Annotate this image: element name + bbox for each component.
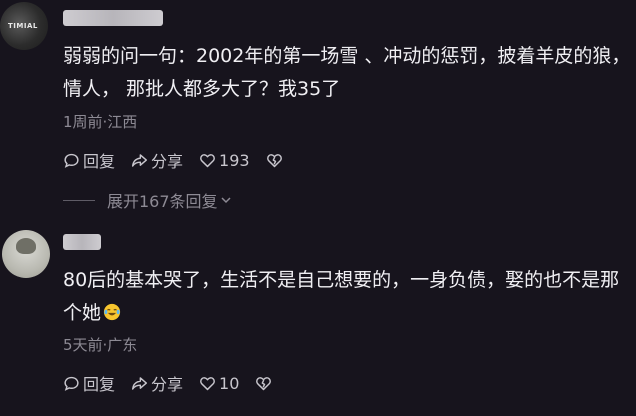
- comment-item-1: TIMIAL 弱弱的问一句：2002年的第一场雪 、冲动的惩罚，披着羊皮的狼，情…: [0, 0, 636, 216]
- expand-divider: [63, 199, 95, 201]
- reply-label: 回复: [83, 152, 116, 171]
- laughing-crying-emoji-icon: [103, 303, 121, 321]
- comment-text: 弱弱的问一句：2002年的第一场雪 、冲动的惩罚，披着羊皮的狼，情人， 那批人都…: [63, 45, 631, 100]
- chevron-down-icon: [221, 197, 231, 204]
- comment-text-body: 80后的基本哭了，生活不是自己想要的，一身负债，娶的也不是那个她: [63, 269, 620, 324]
- reply-button[interactable]: 回复: [63, 371, 115, 395]
- like-count: 10: [219, 373, 240, 393]
- comment-bubble-icon: [64, 376, 79, 391]
- share-button[interactable]: 分享: [131, 148, 183, 172]
- heart-outline-icon: [200, 153, 215, 167]
- share-label: 分享: [151, 152, 184, 171]
- like-button[interactable]: 193: [199, 151, 250, 170]
- dislike-button[interactable]: [255, 375, 275, 392]
- expand-replies-button[interactable]: 展开167条回复: [63, 188, 232, 212]
- reply-label: 回复: [83, 375, 116, 394]
- comment-meta: 1周前·江西: [63, 113, 138, 131]
- broken-heart-icon: [256, 376, 272, 390]
- avatar-logo-mark: TIMIAL: [8, 22, 38, 30]
- user-avatar[interactable]: TIMIAL: [0, 2, 48, 50]
- user-avatar[interactable]: [2, 230, 50, 278]
- dislike-button[interactable]: [266, 152, 286, 169]
- username-redacted[interactable]: [63, 234, 101, 250]
- heart-outline-icon: [200, 376, 215, 390]
- like-button[interactable]: 10: [199, 374, 239, 393]
- username-redacted[interactable]: [63, 10, 163, 26]
- expand-replies-label: 展开167条回复: [107, 192, 218, 211]
- share-button[interactable]: 分享: [131, 371, 183, 395]
- like-count: 193: [219, 150, 250, 170]
- comment-bubble-icon: [64, 153, 79, 168]
- reply-button[interactable]: 回复: [63, 148, 115, 172]
- broken-heart-icon: [266, 153, 282, 167]
- comment-text: 80后的基本哭了，生活不是自己想要的，一身负债，娶的也不是那个她: [63, 264, 631, 330]
- share-label: 分享: [151, 375, 184, 394]
- comment-actions: 回复 分享 193: [63, 148, 302, 172]
- share-arrow-icon: [131, 153, 148, 167]
- avatar-figure: [16, 238, 36, 254]
- comment-actions: 回复 分享 10: [63, 371, 291, 395]
- share-arrow-icon: [131, 376, 148, 390]
- comment-item-2: 80后的基本哭了，生活不是自己想要的，一身负债，娶的也不是那个她 5天前·广东 …: [0, 228, 636, 416]
- comment-meta: 5天前·广东: [63, 336, 138, 354]
